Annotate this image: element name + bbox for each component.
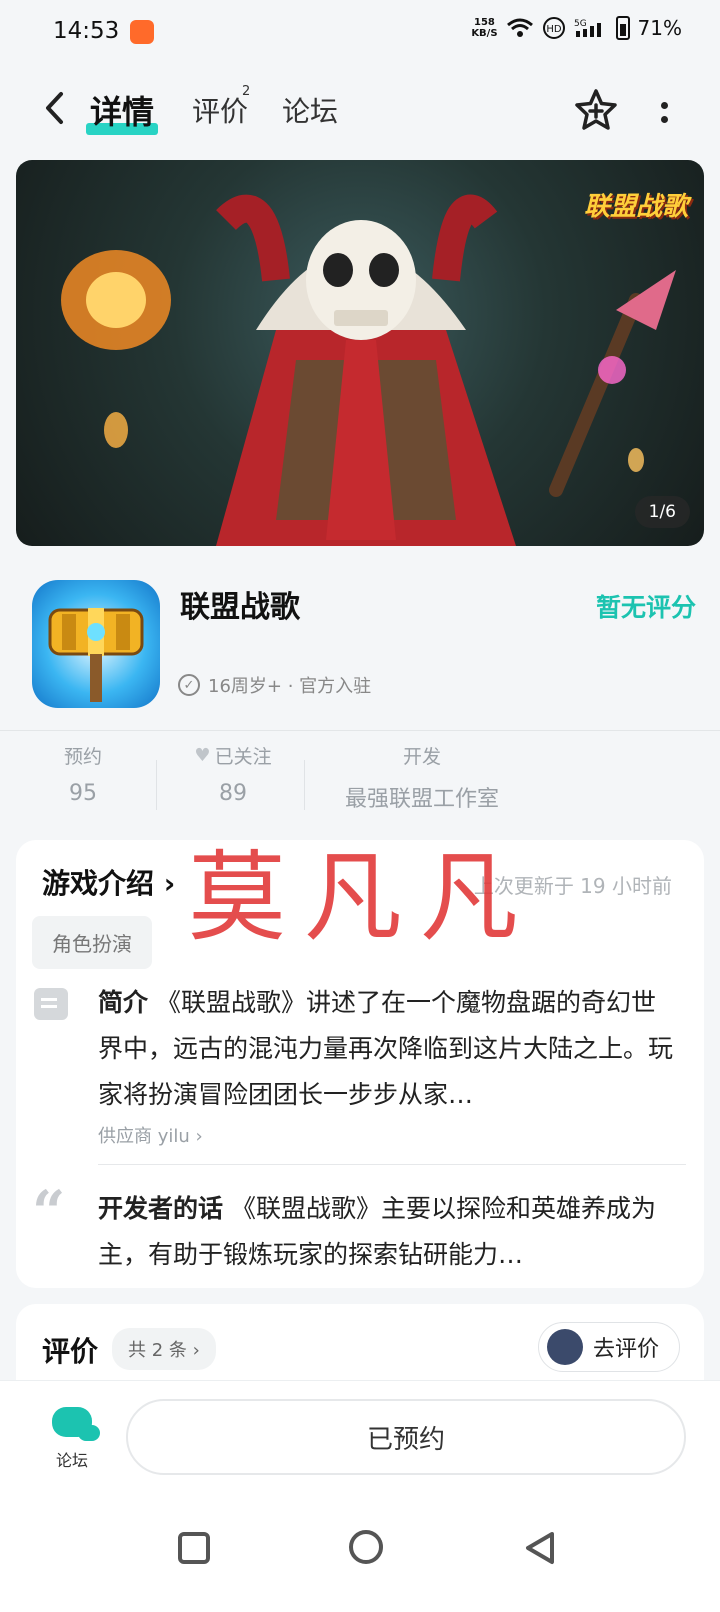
chevron-left-icon	[46, 92, 63, 124]
divider	[0, 730, 720, 731]
favorite-star-icon[interactable]	[574, 88, 618, 132]
divider	[98, 1164, 686, 1165]
stat-followers[interactable]: ♥ 已关注 89	[188, 742, 278, 806]
write-review-button[interactable]: 去评价	[537, 1322, 680, 1372]
app-info: 联盟战歌 ✓ 16周岁+ · 官方入驻 暂无评分	[0, 566, 720, 716]
check-circle-icon: ✓	[178, 674, 200, 696]
system-nav-bar	[0, 1490, 720, 1612]
top-nav: 详情 评价 2 论坛	[0, 70, 720, 150]
net-speed: 158 KB/S	[471, 17, 498, 39]
app-name: 联盟战歌	[180, 590, 300, 625]
intro-title-link[interactable]: 游戏介绍 ›	[42, 862, 175, 902]
reviews-count-badge: 2	[242, 84, 251, 99]
document-icon	[34, 988, 68, 1020]
quote-icon: “	[32, 1178, 66, 1246]
svg-text:5G: 5G	[574, 19, 587, 29]
more-menu-button[interactable]	[652, 92, 676, 132]
signal-icon: 5G	[574, 19, 601, 37]
watermark-text: 莫凡凡	[188, 841, 537, 955]
notification-app-icon	[130, 20, 154, 44]
forum-button[interactable]: 论坛	[46, 1407, 100, 1471]
stat-reservations: 预约 95	[63, 746, 102, 806]
reviews-count-link[interactable]: 共 2 条 ›	[112, 1328, 216, 1370]
recent-apps-icon[interactable]	[178, 1532, 210, 1564]
bottom-action-bar: 论坛 已预约	[0, 1380, 720, 1490]
app-meta: ✓ 16周岁+ · 官方入驻	[178, 672, 371, 698]
home-icon[interactable]	[349, 1530, 383, 1564]
supplier-link[interactable]: 供应商 yilu ›	[98, 1122, 203, 1148]
battery-percent: 71%	[637, 16, 682, 40]
hammer-icon	[48, 608, 144, 702]
app-icon	[32, 580, 160, 708]
genre-tag[interactable]: 角色扮演	[32, 916, 152, 969]
chevron-right-icon: ›	[154, 867, 176, 900]
avatar	[546, 1329, 583, 1365]
rating-status: 暂无评分	[595, 593, 696, 622]
banner-game-logo: 联盟战歌	[583, 192, 688, 222]
reviews-title: 评价	[42, 1335, 99, 1368]
developer-words[interactable]: 开发者的话 《联盟战歌》主要以探险和英雄养成为主，有助于锻炼玩家的探索钻研能力…	[98, 1186, 678, 1278]
status-icons: 158 KB/S HD 5G 71%	[471, 16, 682, 40]
heart-icon: ♥	[194, 745, 211, 766]
status-bar: 14:53 158 KB/S HD 5G 71%	[0, 0, 720, 64]
battery-icon	[615, 16, 630, 40]
status-time: 14:53	[53, 18, 120, 44]
wifi-icon	[506, 18, 533, 37]
banner-page-counter: 1/6	[634, 496, 690, 528]
svg-text:HD: HD	[546, 24, 562, 35]
chevron-right-icon: ›	[186, 1340, 200, 1361]
stat-developer[interactable]: 开发 最强联盟工作室	[322, 742, 522, 813]
stat-divider	[156, 760, 157, 810]
banner-carousel[interactable]: 联盟战歌 1/6	[16, 160, 704, 546]
age-rating-text: 16周岁+ · 官方入驻	[208, 676, 372, 697]
chevron-right-icon: ›	[189, 1126, 203, 1147]
tab-forum[interactable]: 论坛	[282, 90, 338, 130]
stats-row: 预约 95 ♥ 已关注 89 开发 最强联盟工作室	[0, 742, 720, 822]
chat-bubble-icon	[52, 1407, 100, 1441]
stat-divider	[304, 760, 305, 810]
tab-details[interactable]: 详情	[85, 87, 159, 135]
reviews-section: 评价 共 2 条 › 去评价	[16, 1304, 704, 1384]
hd-icon: HD	[542, 17, 565, 39]
back-triangle-icon[interactable]	[520, 1528, 560, 1568]
game-summary[interactable]: 简介 《联盟战歌》讲述了在一个魔物盘踞的奇幻世界中，远古的混沌力量再次降临到这片…	[98, 980, 678, 1118]
back-button[interactable]	[34, 88, 74, 128]
reserved-button[interactable]: 已预约	[126, 1399, 686, 1475]
tab-reviews[interactable]: 评价	[192, 90, 248, 130]
